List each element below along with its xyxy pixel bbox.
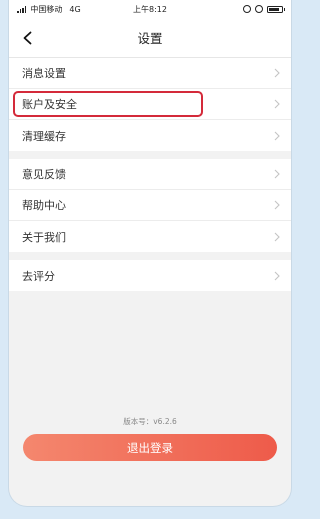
chevron-right-icon [274,271,280,280]
settings-group-3: 去评分 [9,260,291,291]
page-title: 设置 [137,31,163,46]
chevron-right-icon [274,68,280,78]
battery-icon [267,5,285,13]
status-right [243,5,285,13]
alarm-icon [255,5,263,13]
status-bar: 中国移动 4G 上午8:12 [9,0,291,18]
settings-group-1: 消息设置 账户及安全 清理缓存 [9,58,291,151]
chevron-right-icon [274,99,280,109]
settings-item-label: 意见反馈 [22,168,66,181]
settings-item-label: 消息设置 [22,67,66,80]
status-left: 中国移动 4G [17,4,81,15]
chevron-right-icon [274,131,280,140]
settings-item-label: 帮助中心 [22,199,66,212]
settings-item-feedback[interactable]: 意见反馈 [9,159,291,190]
logout-button[interactable]: 退出登录 [23,434,277,461]
settings-item-clear-cache[interactable]: 清理缓存 [9,120,291,151]
version-label: 版本号：v6.2.6 [123,417,177,426]
settings-item-account-security[interactable]: 账户及安全 [9,89,291,120]
back-arrow-icon[interactable] [21,31,35,45]
carrier-label: 中国移动 [30,4,63,14]
chevron-right-icon [274,169,280,179]
settings-item-rate[interactable]: 去评分 [9,260,291,291]
highlight-box [13,91,203,117]
settings-item-message[interactable]: 消息设置 [9,58,291,89]
settings-item-label: 关于我们 [22,230,66,244]
network-label: 4G [69,4,81,14]
settings-item-about-us[interactable]: 关于我们 [9,221,291,252]
settings-item-help-center[interactable]: 帮助中心 [9,190,291,221]
nav-bar: 设置 [9,18,291,58]
signal-icon [17,6,27,13]
chevron-right-icon [274,232,280,241]
phone-screen: 中国移动 4G 上午8:12 设置 消息设置 账户及安全 清理缓存 意见反馈 帮… [9,0,291,506]
chevron-right-icon [274,200,280,210]
settings-item-label: 去评分 [22,269,55,283]
settings-item-label: 清理缓存 [22,129,66,143]
location-icon [243,5,251,13]
settings-group-2: 意见反馈 帮助中心 关于我们 [9,159,291,252]
